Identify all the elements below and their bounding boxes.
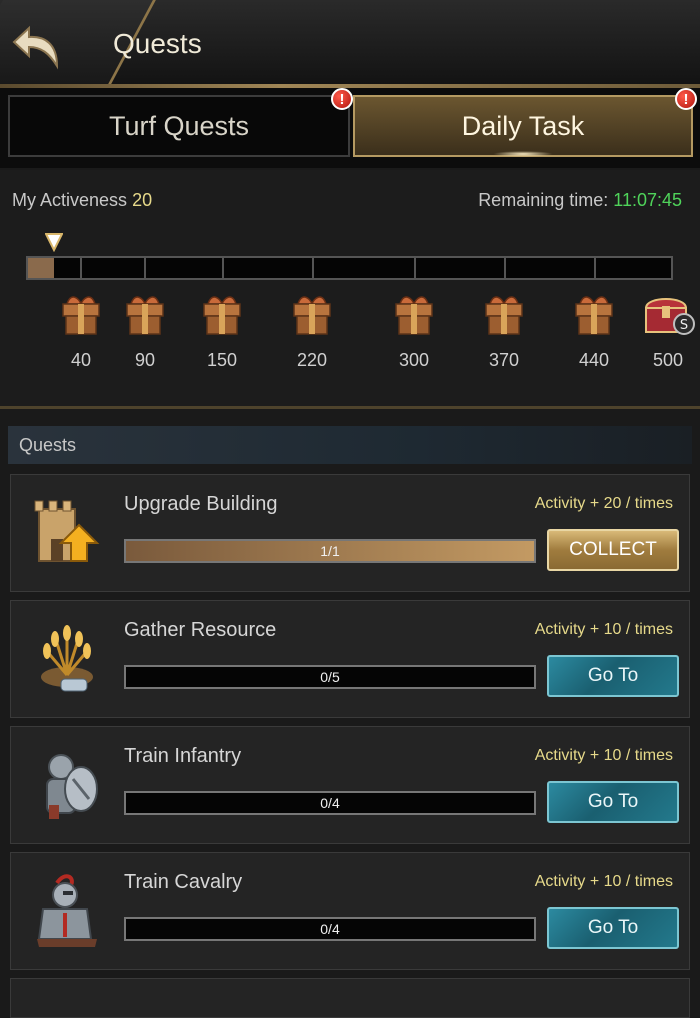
reward-chest-500[interactable]: S 500 — [638, 290, 698, 371]
quests-section-title: Quests — [19, 434, 77, 455]
track-divider — [222, 258, 224, 278]
quest-reward: Activity + 10 / times — [534, 747, 673, 764]
reward-threshold: 220 — [296, 350, 328, 370]
quest-card-gather-resource: Gather Resource Activity + 10 / times 0/… — [10, 600, 690, 718]
back-arrow-icon — [12, 25, 59, 70]
top-bar: Quests — [0, 0, 700, 88]
quest-name: Upgrade Building — [124, 493, 278, 515]
cavalry-knight-icon — [37, 874, 97, 947]
alert-badge-icon: ! — [331, 88, 353, 110]
reward-box-150[interactable]: 150 — [192, 290, 252, 371]
collect-button[interactable]: COLLECT — [547, 529, 679, 571]
reward-threshold: 150 — [206, 350, 238, 370]
quest-progress-text: 0/4 — [320, 921, 340, 937]
tab-turf-quests[interactable]: Turf Quests — [8, 95, 350, 157]
track-divider — [80, 258, 82, 278]
go-to-button[interactable]: Go To — [547, 907, 679, 949]
reward-box-300[interactable]: 300 — [384, 290, 444, 371]
quest-card-upgrade-building: Upgrade Building Activity + 20 / times 1… — [10, 474, 690, 592]
quest-reward: Activity + 10 / times — [534, 621, 673, 638]
quest-card-partial — [10, 978, 690, 1018]
quest-progress-bar: 0/4 — [124, 791, 536, 815]
quest-name: Train Cavalry — [124, 871, 243, 893]
treasure-chest-icon: S — [644, 298, 695, 335]
quest-name: Gather Resource — [124, 619, 277, 641]
reward-threshold: 90 — [134, 350, 156, 370]
track-divider — [594, 258, 596, 278]
quest-progress-bar: 0/5 — [124, 665, 536, 689]
activeness-progress-fill — [28, 258, 54, 278]
reward-threshold: 370 — [488, 350, 520, 370]
svg-text:S: S — [680, 318, 688, 333]
infantry-soldier-icon — [46, 754, 98, 819]
quest-progress-text: 1/1 — [320, 543, 340, 559]
gift-box-icon — [62, 296, 100, 335]
quest-progress-bar: 1/1 — [124, 539, 536, 563]
track-divider — [504, 258, 506, 278]
reward-threshold: 300 — [398, 350, 430, 370]
reward-threshold: 40 — [70, 350, 92, 370]
building-upgrade-icon — [34, 500, 100, 562]
quest-card-train-cavalry: Train Cavalry Activity + 10 / times 0/4 … — [10, 852, 690, 970]
track-divider — [144, 258, 146, 278]
reward-box-90[interactable]: 90 — [115, 290, 175, 371]
quest-card-train-infantry: Train Infantry Activity + 10 / times 0/4… — [10, 726, 690, 844]
gift-box-icon — [203, 296, 241, 335]
gift-box-icon — [126, 296, 164, 335]
alert-badge-icon: ! — [675, 88, 697, 110]
tab-label: Daily Task — [461, 110, 585, 141]
track-divider — [312, 258, 314, 278]
quests-section-header: Quests — [8, 426, 692, 464]
activeness-title: My Activeness — [12, 190, 128, 210]
go-to-button[interactable]: Go To — [547, 781, 679, 823]
quest-reward: Activity + 10 / times — [534, 873, 673, 890]
tab-bar: Turf Quests ! Daily Task ! — [0, 88, 700, 168]
remaining-time: Remaining time: 11:07:45 — [478, 190, 682, 211]
go-to-button[interactable]: Go To — [547, 655, 679, 697]
activeness-progress-bar — [26, 256, 673, 280]
quest-progress-bar: 0/4 — [124, 917, 536, 941]
remaining-time-label: Remaining time: — [478, 190, 609, 210]
page-title: Quests — [113, 28, 202, 59]
activeness-value: 20 — [132, 190, 153, 210]
reward-box-440[interactable]: 440 — [564, 290, 624, 371]
tab-label: Turf Quests — [108, 110, 250, 141]
track-divider — [414, 258, 416, 278]
quest-reward: Activity + 20 / times — [534, 495, 673, 512]
wheat-resource-icon — [41, 625, 93, 692]
reward-threshold: 500 — [652, 350, 684, 370]
quest-name: Train Infantry — [124, 745, 242, 767]
reward-threshold: 440 — [578, 350, 610, 370]
reward-box-40[interactable]: 40 — [51, 290, 111, 371]
gift-box-icon — [485, 296, 523, 335]
tab-daily-task[interactable]: Daily Task — [353, 95, 693, 157]
quest-progress-text: 0/5 — [320, 669, 340, 685]
reward-box-370[interactable]: 370 — [474, 290, 534, 371]
progress-marker-icon — [45, 233, 63, 252]
quest-progress-text: 0/4 — [320, 795, 340, 811]
gift-box-icon — [395, 296, 433, 335]
gift-box-icon — [575, 296, 613, 335]
activeness-label: My Activeness 20 — [12, 190, 152, 211]
remaining-time-value: 11:07:45 — [613, 190, 682, 210]
back-button[interactable] — [4, 14, 74, 78]
activeness-panel: My Activeness 20 Remaining time: 11:07:4… — [0, 170, 700, 409]
gift-box-icon — [293, 296, 331, 335]
reward-box-220[interactable]: 220 — [282, 290, 342, 371]
